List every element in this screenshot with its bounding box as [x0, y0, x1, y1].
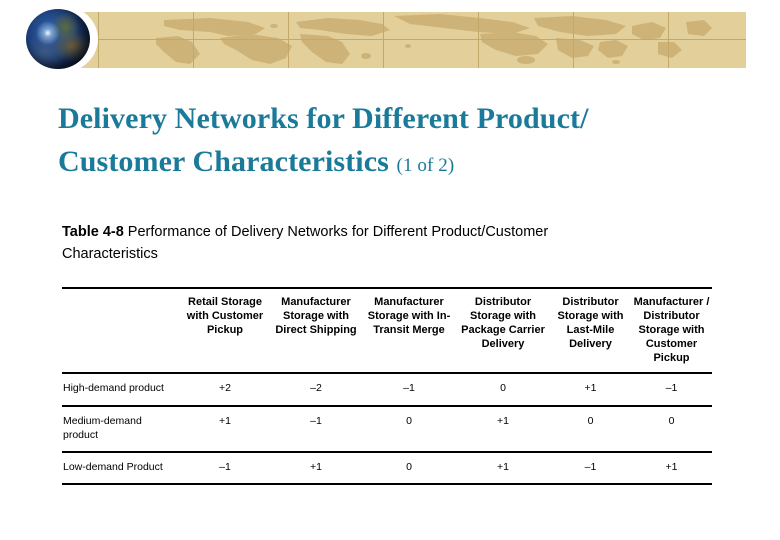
column-header-manufacturer-storage-in-transit-merge: Manufacturer Storage with In-Transit Mer…: [367, 296, 451, 337]
world-map-icon: [156, 14, 712, 64]
cell-low-demand-col2: +1: [310, 461, 322, 474]
globe-logo: [14, 5, 106, 73]
row-label-low-demand: Low-demand Product: [63, 461, 163, 474]
cell-low-demand-col4: +1: [497, 461, 509, 474]
table-row: Low-demand Product –1 +1 0 +1 –1 +1: [62, 452, 712, 485]
cell-medium-demand-col4: +1: [497, 414, 509, 427]
column-header-rowlabel: [62, 288, 180, 373]
cell-medium-demand-col3: 0: [406, 414, 412, 427]
globe-icon: [26, 9, 90, 69]
cell-high-demand-col3: –1: [403, 382, 415, 395]
table-row: High-demand product +2 –2 –1 0 +1 –1: [62, 373, 712, 406]
table-row: Medium-demand product +1 –1 0 +1 0 0: [62, 406, 712, 453]
banner-gridline-v: [193, 12, 194, 68]
cell-high-demand-col4: 0: [500, 382, 506, 395]
column-header-distributor-storage-last-mile: Distributor Storage with Last-Mile Deliv…: [557, 296, 624, 351]
cell-low-demand-col1: –1: [219, 461, 231, 474]
cell-medium-demand-col5: 0: [587, 414, 594, 427]
column-header-manufacturer-distributor-customer-pickup: Manufacturer / Distributor Storage with …: [633, 296, 710, 365]
cell-high-demand-col2: –2: [310, 382, 322, 395]
cell-high-demand-col5: +1: [584, 382, 597, 395]
column-header-retail-storage-customer-pickup: Retail Storage with Customer Pickup: [186, 296, 264, 337]
performance-table-container: Retail Storage with Customer Pickup Manu…: [62, 287, 712, 485]
table-header-row: Retail Storage with Customer Pickup Manu…: [62, 288, 712, 374]
cell-high-demand-col6: –1: [665, 382, 678, 395]
banner-world-map-strip: [60, 12, 746, 68]
title-text: Delivery Networks for Different Product/…: [58, 98, 738, 183]
banner-gridline-h: [60, 39, 746, 40]
cell-medium-demand-col1: +1: [219, 414, 231, 427]
banner-gridline-v: [573, 12, 574, 68]
banner-gridline-v: [478, 12, 479, 68]
banner-gridline-v: [668, 12, 669, 68]
cell-low-demand-col6: +1: [665, 461, 678, 474]
banner-gridline-v: [383, 12, 384, 68]
cell-low-demand-col3: 0: [406, 461, 412, 474]
table-caption: Table 4-8 Performance of Delivery Networ…: [62, 221, 622, 265]
title-line-1: Delivery Networks for Different Product/: [58, 102, 589, 135]
cell-medium-demand-col6: 0: [668, 414, 675, 427]
table-caption-label: Table 4-8: [62, 224, 124, 240]
column-header-manufacturer-storage-direct-shipping: Manufacturer Storage with Direct Shippin…: [275, 296, 357, 337]
cell-medium-demand-col2: –1: [310, 414, 322, 427]
cell-low-demand-col5: –1: [584, 461, 597, 474]
page-title: Delivery Networks for Different Product/…: [58, 98, 738, 183]
header-banner: [0, 0, 780, 75]
title-suffix: (1 of 2): [396, 154, 455, 176]
title-line-2: Customer Characteristics: [58, 144, 389, 178]
row-label-medium-demand: Medium-demand product: [63, 414, 142, 441]
table-caption-text: Performance of Delivery Networks for Dif…: [62, 224, 549, 263]
table-header: Retail Storage with Customer Pickup Manu…: [62, 288, 712, 374]
row-label-high-demand: High-demand product: [63, 382, 164, 395]
cell-high-demand-col1: +2: [219, 382, 231, 395]
banner-gridline-v: [288, 12, 289, 68]
performance-table: Retail Storage with Customer Pickup Manu…: [62, 287, 712, 485]
column-header-distributor-storage-package-carrier: Distributor Storage with Package Carrier…: [461, 296, 545, 351]
table-body: High-demand product +2 –2 –1 0 +1 –1 Med…: [62, 373, 712, 485]
